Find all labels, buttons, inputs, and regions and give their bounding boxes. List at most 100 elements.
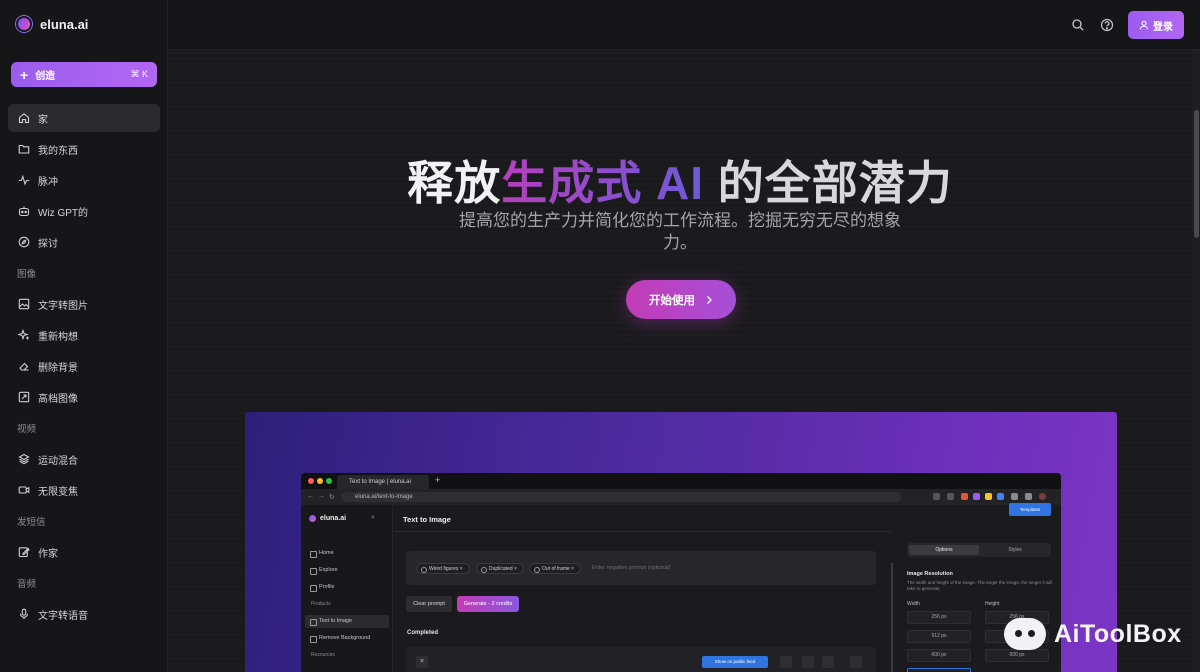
app-section-resources: Resources xyxy=(311,652,335,658)
sidebar-item-motion-blend[interactable]: 运动混合 xyxy=(8,445,160,473)
sidebar-item-label: 文字转语音 xyxy=(38,610,88,622)
sidebar-item-wiz-gpt[interactable]: Wiz GPT的 xyxy=(8,197,160,225)
search-icon[interactable] xyxy=(1071,18,1085,32)
home-icon xyxy=(18,112,30,124)
width-label: Width xyxy=(907,601,920,607)
sidebar-item-explore[interactable]: 探讨 xyxy=(8,228,160,256)
minimize-dot-icon xyxy=(317,478,323,484)
sidebar-item-writer[interactable]: 作家 xyxy=(8,538,160,566)
templates-button: Templates xyxy=(1009,503,1051,516)
app-screen: eluna.ai ⌕ Home Explore Profile Products… xyxy=(301,503,1061,672)
get-started-label: 开始使用 xyxy=(649,294,695,307)
get-started-button[interactable]: 开始使用 xyxy=(626,280,736,319)
share-icon xyxy=(933,493,940,500)
sidebar-item-infinite-zoom[interactable]: 无限变焦 xyxy=(8,476,160,504)
product-preview: Text to Image | eluna.ai + ← → ↻ eluna.a… xyxy=(245,412,1117,672)
new-tab-icon: + xyxy=(435,475,441,485)
forward-icon: → xyxy=(318,493,325,500)
sidebar-item-label: 运动混合 xyxy=(38,455,78,467)
brand-name: eluna.ai xyxy=(40,16,89,32)
hero-title-part3: 的全部潜力 xyxy=(704,157,953,209)
extension-icon xyxy=(985,493,992,500)
section-label-video: 视频 xyxy=(17,424,37,435)
robot-logo-icon xyxy=(1004,618,1046,650)
pen-icon xyxy=(18,546,30,558)
eluna-logo-icon xyxy=(309,515,316,522)
plus-icon: + xyxy=(20,66,29,83)
search-icon: ⌕ xyxy=(371,514,375,521)
extension-icon xyxy=(961,493,968,500)
scrollbar-thumb[interactable] xyxy=(1194,110,1199,238)
download-icon xyxy=(802,656,814,668)
extension-icon xyxy=(997,493,1004,500)
sidebar-item-label: Wiz GPT的 xyxy=(38,207,88,219)
negative-prompt-placeholder: Enter negative prompt (optional) xyxy=(592,565,671,571)
sparkle-icon xyxy=(18,329,30,341)
create-button[interactable]: + 创造 ⌘ K xyxy=(11,62,157,87)
image-resolution-title: Image Resolution xyxy=(907,571,953,577)
sidebar-item-pulse[interactable]: 脉冲 xyxy=(8,166,160,194)
extension-icon xyxy=(1011,493,1018,500)
browser-url: eluna.ai/text-to-image xyxy=(341,492,901,502)
browser-tab: Text to Image | eluna.ai xyxy=(337,475,429,489)
create-shortcut: ⌘ K xyxy=(130,69,148,79)
sidebar-item-label: 重新构想 xyxy=(38,331,78,343)
upscale-icon xyxy=(18,391,30,403)
hero-subtitle: 提高您的生产力并简化您的工作流程。挖掘无穷无尽的想象力。 xyxy=(459,211,901,252)
sidebar-item-label: 作家 xyxy=(38,548,58,560)
app-sidebar: eluna.ai ⌕ Home Explore Profile Products… xyxy=(301,505,393,672)
app-section-products: Products xyxy=(311,601,331,607)
help-icon[interactable] xyxy=(1100,18,1114,32)
app-nav-profile: Profile xyxy=(305,581,389,594)
sidebar-item-label: 我的东西 xyxy=(38,145,78,157)
browser-tabbar: Text to Image | eluna.ai + xyxy=(301,473,1061,489)
app-main: Text to Image Weird figures × Duplicated… xyxy=(394,505,1061,672)
user-icon xyxy=(1139,20,1149,30)
sidebar-item-label: 文字转图片 xyxy=(38,300,88,312)
width-option: 256 px xyxy=(907,611,971,624)
sidebar-item-text-to-speech[interactable]: 文字转语音 xyxy=(8,600,160,628)
extension-icon xyxy=(973,493,980,500)
section-label-image: 图像 xyxy=(17,269,37,280)
sidebar-item-label: 探讨 xyxy=(38,238,58,250)
app-page-title: Text to Image xyxy=(403,515,451,524)
options-styles-toggle: Options Styles xyxy=(907,543,1051,557)
sidebar-item-home[interactable]: 家 xyxy=(8,104,160,132)
app-brand: eluna.ai xyxy=(309,515,346,522)
eraser-icon xyxy=(18,360,30,372)
grid-icon xyxy=(822,656,834,668)
sidebar-item-reimagine[interactable]: 重新构想 xyxy=(8,321,160,349)
clear-prompt-button: Clear prompt xyxy=(406,596,452,612)
sidebar-item-upscale[interactable]: 高档图像 xyxy=(8,383,160,411)
back-icon: ← xyxy=(307,493,314,500)
app-brand-name: eluna.ai xyxy=(320,515,347,522)
panel-scrollbar xyxy=(891,563,893,672)
sidebar-nav: 家 我的东西 脉冲 Wiz GPT的 探讨 图像 文字转图片 重新构想 删除背景… xyxy=(8,104,160,631)
sidebar: eluna.ai + 创造 ⌘ K 家 我的东西 脉冲 Wiz GPT的 探讨 … xyxy=(0,0,168,672)
folder-icon xyxy=(18,143,30,155)
pulse-icon xyxy=(18,174,30,186)
open-icon xyxy=(780,656,792,668)
mic-icon xyxy=(18,608,30,620)
generate-button: Generate - 2 credits xyxy=(457,596,519,612)
page-scrollbar[interactable] xyxy=(1192,50,1200,672)
eluna-logo-icon xyxy=(13,13,35,35)
height-label: Height xyxy=(985,601,1000,607)
video-icon xyxy=(18,484,30,496)
close-dot-icon xyxy=(308,478,314,484)
maximize-dot-icon xyxy=(326,478,332,484)
section-label-audio: 音频 xyxy=(17,579,37,590)
sidebar-item-remove-bg[interactable]: 删除背景 xyxy=(8,352,160,380)
login-button[interactable]: 登录 xyxy=(1128,11,1184,39)
app-nav: Home Explore Profile Products Text to Im… xyxy=(305,547,389,666)
sidebar-item-my-stuff[interactable]: 我的东西 xyxy=(8,135,160,163)
avatar xyxy=(1039,493,1046,500)
sidebar-item-label: 脉冲 xyxy=(38,176,58,188)
reload-icon: ↻ xyxy=(329,494,335,501)
width-option-selected xyxy=(907,668,971,672)
app-nav-text-to-image: Text to Image xyxy=(305,615,389,628)
trash-icon xyxy=(850,656,862,668)
browser-urlbar: ← → ↻ eluna.ai/text-to-image xyxy=(301,489,1061,505)
brand[interactable]: eluna.ai xyxy=(13,13,89,35)
sidebar-item-text-to-image[interactable]: 文字转图片 xyxy=(8,290,160,318)
